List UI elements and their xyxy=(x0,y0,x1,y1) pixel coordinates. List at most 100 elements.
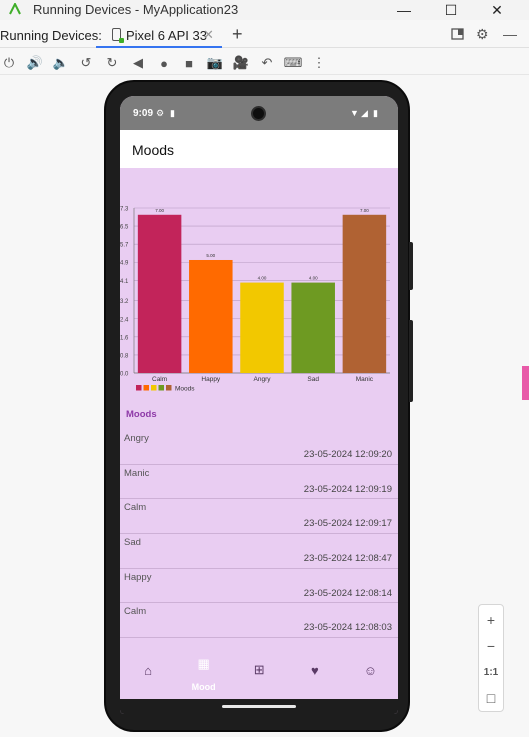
app-bar: Moods xyxy=(120,130,398,168)
settings-status-icon: ⚙ xyxy=(156,108,165,118)
minimize-button[interactable]: — xyxy=(384,0,424,20)
list-item[interactable]: Calm 23-05-2024 12:08:03 xyxy=(120,603,398,639)
zoom-out-button[interactable]: − xyxy=(479,634,503,658)
bar-calm xyxy=(137,214,182,373)
bar-happy xyxy=(189,259,233,373)
nav-item-bot[interactable]: ☺ xyxy=(342,649,398,699)
x-tick-label: Happy xyxy=(201,376,221,383)
running-devices-tabbar: Running Devices: Pixel 6 API 33 ✕ + ⚙ — xyxy=(0,22,529,48)
overview-icon[interactable]: ■ xyxy=(180,54,198,72)
y-tick-label: 6.5 xyxy=(120,225,129,231)
bottom-navigation: ⌂ ▦ Mood ⊞ ♥ ☺ xyxy=(120,649,398,699)
volume-up-icon[interactable]: 🔊 xyxy=(26,54,44,72)
x-tick-label: Sad xyxy=(307,376,319,383)
reset-icon[interactable]: ↶ xyxy=(258,54,276,72)
bot-icon: ☺ xyxy=(363,662,378,678)
screen-record-icon[interactable]: 🎥 xyxy=(232,54,250,72)
wifi-icon: ▼ xyxy=(350,108,359,118)
data-label: 5.00 xyxy=(206,253,215,258)
mood-timestamp: 23-05-2024 12:08:03 xyxy=(303,622,392,634)
legend-swatch xyxy=(136,385,142,391)
home-icon: ⌂ xyxy=(144,662,152,678)
y-tick-label: 7.3 xyxy=(120,207,129,213)
mood-bar-chart: 0.0 0.8 1.6 2.4 3.2 4.1 4.9 5.7 6.5 7.3 7.00 Calm 5.… xyxy=(120,194,398,404)
x-tick-label: Manic xyxy=(356,376,374,383)
screenshot-icon[interactable]: 📷 xyxy=(206,54,224,72)
y-tick-label: 3.2 xyxy=(120,299,129,305)
nav-item-heart[interactable]: ♥ xyxy=(287,649,343,699)
window-titlebar: Running Devices - MyApplication23 — ☐ ✕ xyxy=(0,0,529,20)
side-accent-tab[interactable] xyxy=(522,366,529,400)
nav-item-add-note[interactable]: ⊞ xyxy=(231,649,287,699)
mood-timestamp: 23-05-2024 12:08:47 xyxy=(303,553,392,565)
zoom-in-button[interactable]: + xyxy=(479,608,503,632)
mood-name: Calm xyxy=(124,606,147,618)
close-button[interactable]: ✕ xyxy=(477,0,517,20)
bar-manic xyxy=(342,214,387,373)
device-icon xyxy=(112,28,124,43)
y-tick-label: 1.6 xyxy=(120,335,129,341)
data-label: 7.00 xyxy=(155,208,164,213)
y-tick-label: 0.0 xyxy=(120,372,129,378)
tab-label: Pixel 6 API 33 xyxy=(126,28,207,43)
volume-down-icon[interactable]: 🔈 xyxy=(52,54,70,72)
legend-swatch xyxy=(166,385,172,391)
tab-pixel-6[interactable]: Pixel 6 API 33 ✕ xyxy=(96,22,222,48)
more-icon[interactable]: ⋮ xyxy=(310,54,328,72)
maximize-button[interactable]: ☐ xyxy=(431,0,471,20)
list-item[interactable]: Sad 23-05-2024 12:08:47 xyxy=(120,534,398,569)
android-studio-icon xyxy=(9,3,21,15)
list-item[interactable]: Calm 23-05-2024 12:09:17 xyxy=(120,499,398,535)
mood-name: Sad xyxy=(124,537,141,549)
device-screen[interactable]: 9:09 ⚙ ▮ ▼ ◢ ▮ Moods 0.0 0.8 1.6 2.4 3.2 4.1 4… xyxy=(120,96,398,714)
keyboard-icon[interactable]: ⌨ xyxy=(284,54,303,72)
zoom-1to1-button[interactable]: 1:1 xyxy=(479,660,503,684)
power-button xyxy=(409,242,413,290)
back-icon[interactable]: ◀ xyxy=(129,54,147,72)
nav-item-home[interactable]: ⌂ xyxy=(120,649,176,699)
legend-swatch xyxy=(151,385,157,391)
running-devices-label: Running Devices: xyxy=(0,28,102,43)
data-label: 4.00 xyxy=(258,276,267,281)
gear-icon[interactable]: ⚙ xyxy=(476,26,489,43)
x-tick-label: Calm xyxy=(152,376,167,383)
y-tick-label: 2.4 xyxy=(120,317,129,323)
list-item[interactable]: Manic 23-05-2024 12:09:19 xyxy=(120,465,398,500)
power-icon[interactable]: ⏻ xyxy=(0,54,18,72)
rotate-right-icon[interactable]: ↻ xyxy=(103,54,121,72)
status-bar: 9:09 ⚙ ▮ ▼ ◢ ▮ xyxy=(120,96,398,130)
device-toolbar: ⏻ 🔊 🔈 ↺ ↻ ◀ ● ■ 📷 🎥 ↶ ⌨ ⋮ xyxy=(0,51,529,75)
y-tick-label: 4.1 xyxy=(120,279,129,285)
fit-screen-button[interactable]: □ xyxy=(479,686,503,710)
data-label: 4.00 xyxy=(309,276,318,281)
mood-timestamp: 23-05-2024 12:09:17 xyxy=(303,518,392,530)
gesture-pill[interactable] xyxy=(222,705,296,708)
rotate-left-icon[interactable]: ↺ xyxy=(77,54,95,72)
list-item[interactable]: Angry 23-05-2024 12:09:20 xyxy=(120,430,398,465)
layout-icon[interactable] xyxy=(451,28,464,40)
bar-angry xyxy=(240,282,284,373)
mood-timestamp: 23-05-2024 12:09:19 xyxy=(303,483,392,495)
close-icon[interactable]: ✕ xyxy=(203,27,214,43)
mood-name: Manic xyxy=(124,467,150,479)
front-camera xyxy=(251,106,266,121)
y-tick-label: 0.8 xyxy=(120,353,129,359)
zoom-controls: + − 1:1 □ xyxy=(478,604,504,712)
y-tick-label: 5.7 xyxy=(120,243,129,249)
device-frame: 9:09 ⚙ ▮ ▼ ◢ ▮ Moods 0.0 0.8 1.6 2.4 3.2 4.1 4… xyxy=(104,80,413,732)
home-icon[interactable]: ● xyxy=(155,54,173,72)
legend-swatch xyxy=(158,385,164,391)
hide-icon[interactable]: — xyxy=(503,26,517,42)
x-tick-label: Angry xyxy=(254,376,272,383)
mood-timestamp: 23-05-2024 12:09:20 xyxy=(303,449,392,460)
add-tab-icon[interactable]: + xyxy=(232,24,243,45)
nav-item-calendar[interactable]: ▦ Mood xyxy=(176,649,232,699)
sim-card-icon: ▮ xyxy=(170,108,175,118)
volume-rocker xyxy=(409,320,413,402)
window-title: Running Devices - MyApplication23 xyxy=(33,2,239,17)
heart-icon: ♥ xyxy=(310,662,319,678)
page-title: Moods xyxy=(132,142,175,158)
list-item[interactable]: Happy 23-05-2024 12:08:14 xyxy=(120,569,398,604)
mood-timestamp: 23-05-2024 12:08:14 xyxy=(303,587,392,599)
legend-label: Moods xyxy=(175,386,195,393)
